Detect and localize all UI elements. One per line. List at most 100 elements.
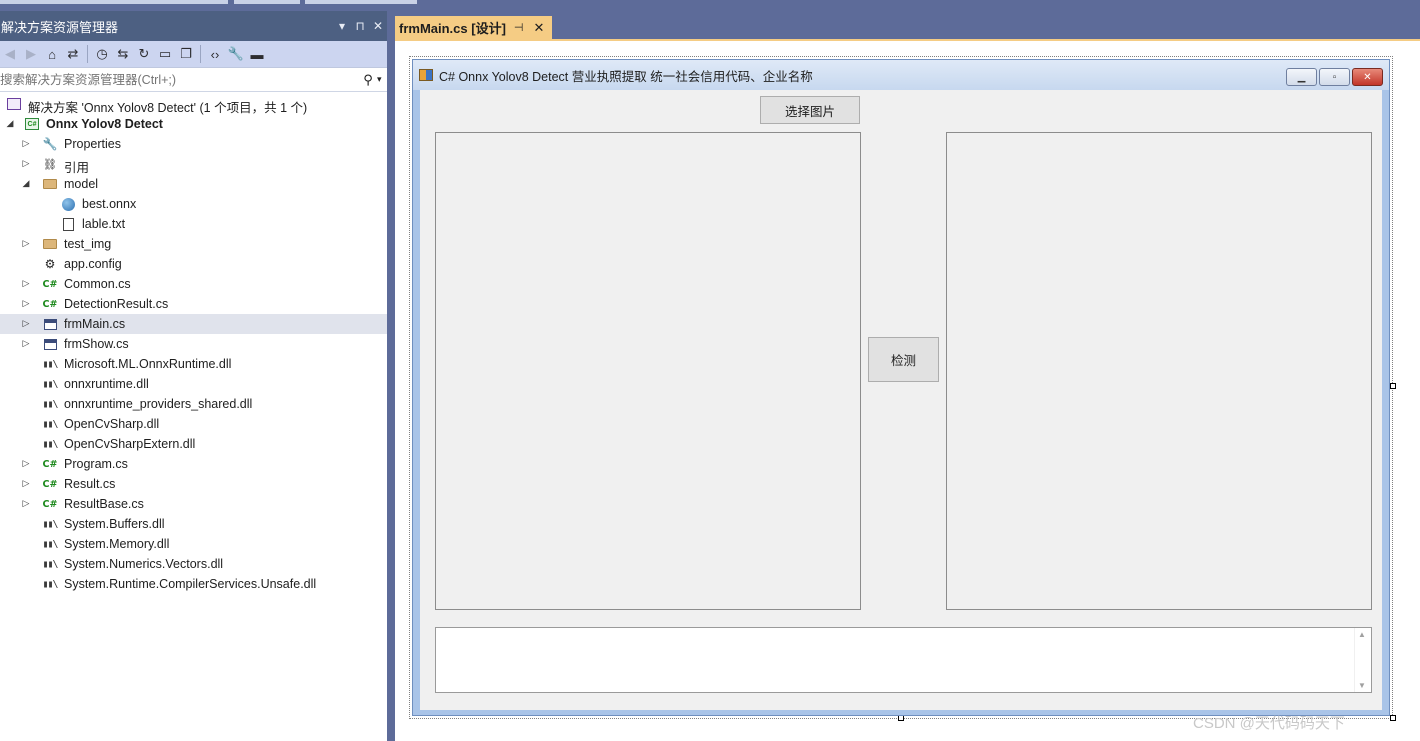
tree-item[interactable]: ▷ test_img	[0, 234, 387, 254]
form-icon	[42, 316, 58, 332]
dll-icon: ▮▮\	[42, 378, 58, 390]
tree-item-label: System.Runtime.CompilerServices.Unsafe.d…	[64, 577, 317, 591]
expand-arrow-icon[interactable]: ▷	[20, 478, 32, 489]
tree-item-label: Onnx Yolov8 Detect	[46, 117, 163, 131]
expand-arrow-icon[interactable]: ▷	[20, 238, 32, 249]
detect-button[interactable]: 检测	[868, 337, 939, 382]
search-icon[interactable]: ⚲	[359, 72, 377, 88]
csharp-project-icon: C#	[24, 116, 40, 132]
source-picture-box	[435, 132, 861, 610]
tab-frmmain-design[interactable]: frmMain.cs [设计] ⊣ ✕	[395, 16, 552, 39]
tree-item[interactable]: ▮▮\ System.Memory.dll	[0, 534, 387, 554]
view-code-icon[interactable]: ‹›	[205, 44, 225, 64]
pin-icon[interactable]: ⊓	[351, 19, 369, 33]
dll-icon: ▮▮\	[42, 418, 58, 430]
home-icon[interactable]: ⌂	[42, 44, 62, 64]
tree-item[interactable]: ▮▮\ OpenCvSharp.dll	[0, 414, 387, 434]
designer-form-window[interactable]: C# Onnx Yolov8 Detect 营业执照提取 统一社会信用代码、企业…	[412, 59, 1390, 716]
tree-item[interactable]: ▷ C# Result.cs	[0, 474, 387, 494]
csharp-file-icon: C#	[42, 498, 58, 510]
back-icon[interactable]: ◀	[0, 44, 20, 64]
tree-item[interactable]: ▮▮\ onnxruntime.dll	[0, 374, 387, 394]
dll-icon: ▮▮\	[42, 518, 58, 530]
expand-arrow-icon[interactable]: ▷	[20, 298, 32, 309]
refresh-icon[interactable]: ↻	[134, 44, 154, 64]
solution-explorer-search: ⚲ ▾	[0, 68, 387, 92]
expand-arrow-icon[interactable]: ▷	[20, 458, 32, 469]
form-client-area: 选择图片 检测 ▲ ▼	[420, 90, 1382, 710]
resize-handle-right[interactable]	[1390, 383, 1396, 389]
tree-item[interactable]: ▷ C# ResultBase.cs	[0, 494, 387, 514]
csharp-file-icon: C#	[42, 298, 58, 310]
tree-item[interactable]: ▮▮\ System.Numerics.Vectors.dll	[0, 554, 387, 574]
tree-item[interactable]: ▷ frmMain.cs	[0, 314, 387, 334]
tree-item-label: lable.txt	[82, 217, 126, 231]
collapse-all-icon[interactable]: ▭	[155, 44, 175, 64]
expand-arrow-icon[interactable]: ▷	[20, 138, 32, 149]
select-image-button[interactable]: 选择图片	[760, 96, 860, 124]
tree-item-label: Result.cs	[64, 477, 116, 491]
tab-close-icon[interactable]: ✕	[534, 20, 545, 36]
search-input[interactable]	[0, 68, 359, 91]
scroll-up-icon[interactable]: ▲	[1358, 630, 1366, 639]
tree-item[interactable]: ▷ ⛓ 引用	[0, 154, 387, 175]
tree-item[interactable]: ▮▮\ OpenCvSharpExtern.dll	[0, 434, 387, 454]
tree-item[interactable]: ▮▮\ Microsoft.ML.OnnxRuntime.dll	[0, 354, 387, 374]
tree-item[interactable]: ◢ model	[0, 174, 387, 194]
tree-item[interactable]: ◢ C# Onnx Yolov8 Detect	[0, 114, 387, 134]
wrench-icon: 🔧	[42, 137, 58, 151]
tree-item-label: ResultBase.cs	[64, 497, 144, 511]
tree-item-label: Program.cs	[64, 457, 128, 471]
tree-item-label: Common.cs	[64, 277, 131, 291]
dll-icon: ▮▮\	[42, 438, 58, 450]
tree-item-label: model	[64, 177, 99, 191]
tree-item[interactable]: best.onnx	[0, 194, 387, 214]
collapse-arrow-icon[interactable]: ◢	[4, 118, 16, 129]
tree-item[interactable]: ▷ C# Common.cs	[0, 274, 387, 294]
expand-arrow-icon[interactable]: ▷	[20, 318, 32, 329]
resize-handle-corner[interactable]	[1390, 715, 1396, 721]
scroll-down-icon[interactable]: ▼	[1358, 681, 1366, 690]
tree-item[interactable]: 解决方案 'Onnx Yolov8 Detect' (1 个项目，共 1 个)	[0, 94, 387, 115]
tree-item[interactable]: ▮▮\ System.Runtime.CompilerServices.Unsaf…	[0, 574, 387, 594]
preview-selected-icon[interactable]: ▬	[247, 44, 267, 64]
output-textbox[interactable]: ▲ ▼	[435, 627, 1372, 693]
tree-item[interactable]: ▮▮\ onnxruntime_providers_shared.dll	[0, 394, 387, 414]
result-picture-box	[946, 132, 1372, 610]
tree-item[interactable]: ▮▮\ System.Buffers.dll	[0, 514, 387, 534]
tree-item[interactable]: ▷ C# Program.cs	[0, 454, 387, 474]
tree-item[interactable]: ▷ frmShow.cs	[0, 334, 387, 354]
search-options-dropdown-icon[interactable]: ▾	[377, 74, 387, 85]
window-position-dropdown-icon[interactable]: ▾	[333, 19, 351, 33]
switch-views-icon[interactable]: ⇄	[63, 44, 83, 64]
dll-icon: ▮▮\	[42, 538, 58, 550]
tab-pin-icon[interactable]: ⊣	[514, 21, 524, 34]
close-icon[interactable]: ✕	[369, 19, 387, 33]
minimize-icon[interactable]: ▁	[1286, 68, 1317, 86]
tree-item-label: Microsoft.ML.OnnxRuntime.dll	[64, 357, 232, 371]
properties-wrench-icon[interactable]: 🔧	[226, 44, 246, 64]
tree-item[interactable]: ▷ C# DetectionResult.cs	[0, 294, 387, 314]
expand-arrow-icon[interactable]: ▷	[20, 278, 32, 289]
tree-item-label: Properties	[64, 137, 121, 151]
close-form-icon[interactable]: ✕	[1352, 68, 1383, 86]
expand-arrow-icon[interactable]: ▷	[20, 158, 32, 169]
tree-item-label: best.onnx	[82, 197, 137, 211]
forward-icon[interactable]: ▶	[21, 44, 41, 64]
textbox-scrollbar[interactable]: ▲ ▼	[1354, 628, 1371, 692]
solution-explorer-title-bar: 解决方案资源管理器 ▾ ⊓ ✕	[0, 11, 387, 41]
tree-item[interactable]: ⚙ app.config	[0, 254, 387, 274]
tree-item[interactable]: lable.txt	[0, 214, 387, 234]
sync-icon[interactable]: ⇆	[113, 44, 133, 64]
show-all-files-icon[interactable]: ❐	[176, 44, 196, 64]
panel-splitter[interactable]	[387, 11, 395, 741]
maximize-icon[interactable]: ▫	[1319, 68, 1350, 86]
expand-arrow-icon[interactable]: ▷	[20, 338, 32, 349]
dll-icon: ▮▮\	[42, 358, 58, 370]
tree-item[interactable]: ▷ 🔧 Properties	[0, 134, 387, 154]
expand-arrow-icon[interactable]: ▷	[20, 498, 32, 509]
collapse-arrow-icon[interactable]: ◢	[20, 178, 32, 189]
references-icon: ⛓	[43, 158, 57, 171]
solution-explorer-panel: 解决方案资源管理器 ▾ ⊓ ✕ ◀ ▶ ⌂ ⇄ ◷ ⇆ ↻ ▭ ❐ ‹› 🔧 ▬…	[0, 11, 387, 741]
pending-changes-filter-icon[interactable]: ◷	[92, 44, 112, 64]
